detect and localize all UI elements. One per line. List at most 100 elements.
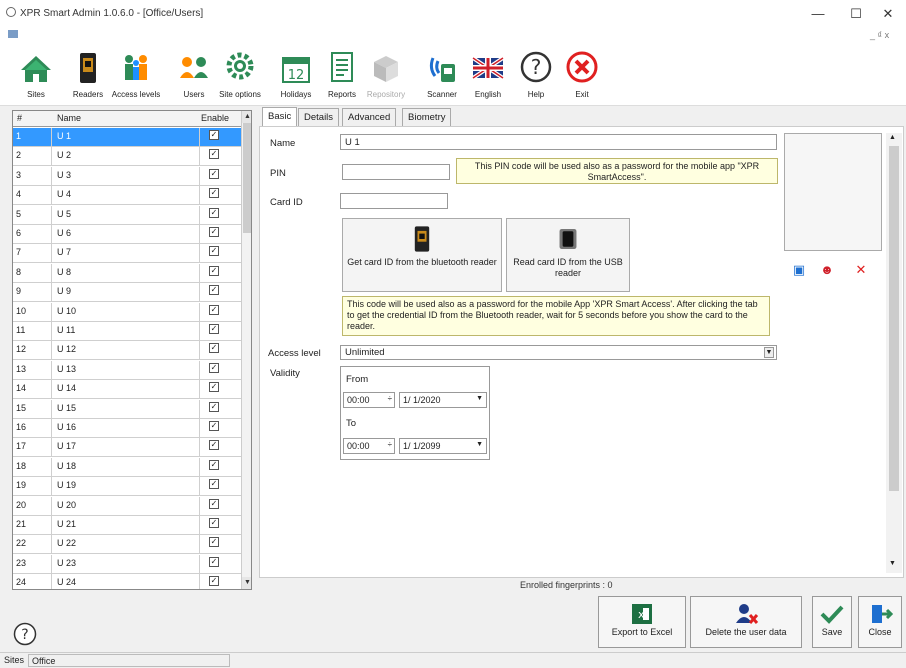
table-row[interactable]: 12 U 12 ✓ [13,341,241,361]
tab-advanced[interactable]: Advanced [342,108,397,126]
bluetooth-reader-button[interactable]: Get card ID from the bluetooth reader [342,218,502,292]
toolbar-site-options-button[interactable]: Site options [216,48,264,104]
column-header-id[interactable]: # [17,113,22,123]
row-enable-checkbox[interactable]: ✓ [209,498,219,509]
scroll-up-arrow[interactable]: ▲ [889,134,896,141]
table-row[interactable]: 16 U 16 ✓ [13,419,241,438]
row-enable-checkbox[interactable]: ✓ [209,576,219,587]
row-enable-checkbox[interactable]: ✓ [209,440,219,451]
row-id: 20 [16,499,27,510]
column-header-name[interactable]: Name [57,113,81,123]
row-enable-checkbox[interactable]: ✓ [209,130,219,140]
grid-scrollbar[interactable]: ▲ ▼ [241,111,251,589]
table-row[interactable]: 21 U 21 ✓ [13,516,241,535]
table-row[interactable]: 2 U 2 ✓ [13,147,241,167]
from-time-input[interactable]: 00:00 ÷ [343,392,395,408]
access-level-select[interactable]: Unlimited ▼ [340,345,777,360]
to-date-input[interactable]: 1/ 1/2099 ▼ [399,438,487,454]
mdi-controls[interactable]: _ ₫ x [870,30,889,40]
row-enable-checkbox[interactable]: ✓ [209,556,219,567]
grid-scroll-thumb[interactable] [243,123,251,233]
table-row[interactable]: 13 U 13 ✓ [13,360,241,380]
grid-line [51,399,52,419]
grid-line [199,186,200,206]
scroll-down-arrow[interactable]: ▼ [889,560,896,567]
table-row[interactable]: 15 U 15 ✓ [13,399,241,419]
toolbar-sites-button[interactable]: Sites [12,48,60,104]
row-enable-checkbox[interactable]: ✓ [209,149,219,160]
row-enable-checkbox[interactable]: ✓ [209,362,219,373]
minimize-button[interactable]: — [798,4,838,24]
table-row[interactable]: 23 U 23 ✓ [13,554,241,574]
from-time-spinner[interactable]: ÷ [388,394,392,403]
tab-biometry[interactable]: Biometry [402,108,452,126]
row-enable-checkbox[interactable]: ✓ [209,518,219,528]
table-row[interactable]: 19 U 19 ✓ [13,477,241,497]
row-enable-checkbox[interactable]: ✓ [209,227,219,237]
table-row[interactable]: 7 U 7 ✓ [13,244,241,264]
calendar-dropdown-icon[interactable]: ▼ [476,395,483,402]
row-enable-checkbox[interactable]: ✓ [209,537,219,548]
row-enable-checkbox[interactable]: ✓ [209,285,219,296]
table-row[interactable]: 5 U 5 ✓ [13,205,241,225]
row-enable-checkbox[interactable]: ✓ [209,479,219,490]
save-button[interactable]: Save [812,596,852,648]
row-enable-checkbox[interactable]: ✓ [209,188,219,199]
pin-input[interactable] [342,164,450,180]
card-id-input[interactable] [340,193,448,209]
scanner-icon [429,57,455,82]
usb-reader-button[interactable]: Read card ID from the USB reader [506,218,630,292]
column-header-enable[interactable]: Enable [201,113,229,123]
take-photo-icon[interactable]: ☻ [818,262,836,278]
to-time-input[interactable]: 00:00 ÷ [343,438,395,454]
to-time-spinner[interactable]: ÷ [388,440,392,449]
help-button[interactable]: ? [12,622,38,646]
save-photo-icon[interactable]: ▣ [790,262,808,278]
row-enable-checkbox[interactable]: ✓ [209,324,219,334]
from-date-input[interactable]: 1/ 1/2020 ▼ [399,392,487,408]
table-row[interactable]: 10 U 10 ✓ [13,302,241,322]
tab-basic[interactable]: Basic [262,107,298,127]
row-enable-checkbox[interactable]: ✓ [209,304,219,315]
row-enable-checkbox[interactable]: ✓ [209,168,219,179]
row-enable-checkbox[interactable]: ✓ [209,382,219,393]
close-window-button[interactable]: ✕ [868,4,906,24]
calendar-dropdown-icon[interactable]: ▼ [476,441,483,448]
access-level-label: Access level [268,348,321,359]
table-row[interactable]: 20 U 20 ✓ [13,496,241,516]
row-enable-checkbox[interactable]: ✓ [209,246,219,257]
delete-photo-icon[interactable]: ✕ [852,262,870,278]
table-row[interactable]: 8 U 8 ✓ [13,263,241,283]
table-row[interactable]: 14 U 14 ✓ [13,380,241,400]
table-row[interactable]: 9 U 9 ✓ [13,283,241,303]
panel-scroll-thumb[interactable] [889,146,899,491]
help-icon: ? [13,622,37,646]
table-row[interactable]: 4 U 4 ✓ [13,186,241,206]
table-row[interactable]: 24 U 24 ✓ [13,574,241,589]
close-button[interactable]: Close [858,596,902,648]
toolbar-access-levels-button[interactable]: Access levels [112,48,160,104]
export-excel-button[interactable]: x Export to Excel [598,596,686,648]
table-row[interactable]: 17 U 17 ✓ [13,438,241,458]
pin-note: This PIN code will be used also as a pas… [456,158,778,184]
table-row[interactable]: 11 U 11 ✓ [13,322,241,341]
grid-line [51,244,52,264]
table-row[interactable]: 18 U 18 ✓ [13,457,241,477]
table-row[interactable]: 6 U 6 ✓ [13,225,241,244]
table-row[interactable]: 3 U 3 ✓ [13,166,241,186]
grid-line [199,302,200,322]
row-enable-checkbox[interactable]: ✓ [209,343,219,354]
scroll-up-arrow[interactable]: ▲ [242,111,251,123]
row-enable-checkbox[interactable]: ✓ [209,459,219,470]
row-enable-checkbox[interactable]: ✓ [209,265,219,276]
row-enable-checkbox[interactable]: ✓ [209,207,219,218]
table-row[interactable]: 22 U 22 ✓ [13,535,241,555]
delete-user-button[interactable]: Delete the user data [690,596,802,648]
row-enable-checkbox[interactable]: ✓ [209,421,219,431]
scroll-down-arrow[interactable]: ▼ [242,577,251,589]
table-row[interactable]: 1 U 1 ✓ [13,128,241,147]
name-input[interactable]: U 1 [340,134,777,150]
tab-details[interactable]: Details [298,108,340,126]
row-enable-checkbox[interactable]: ✓ [209,401,219,412]
toolbar-exit-button[interactable]: Exit [558,48,606,104]
